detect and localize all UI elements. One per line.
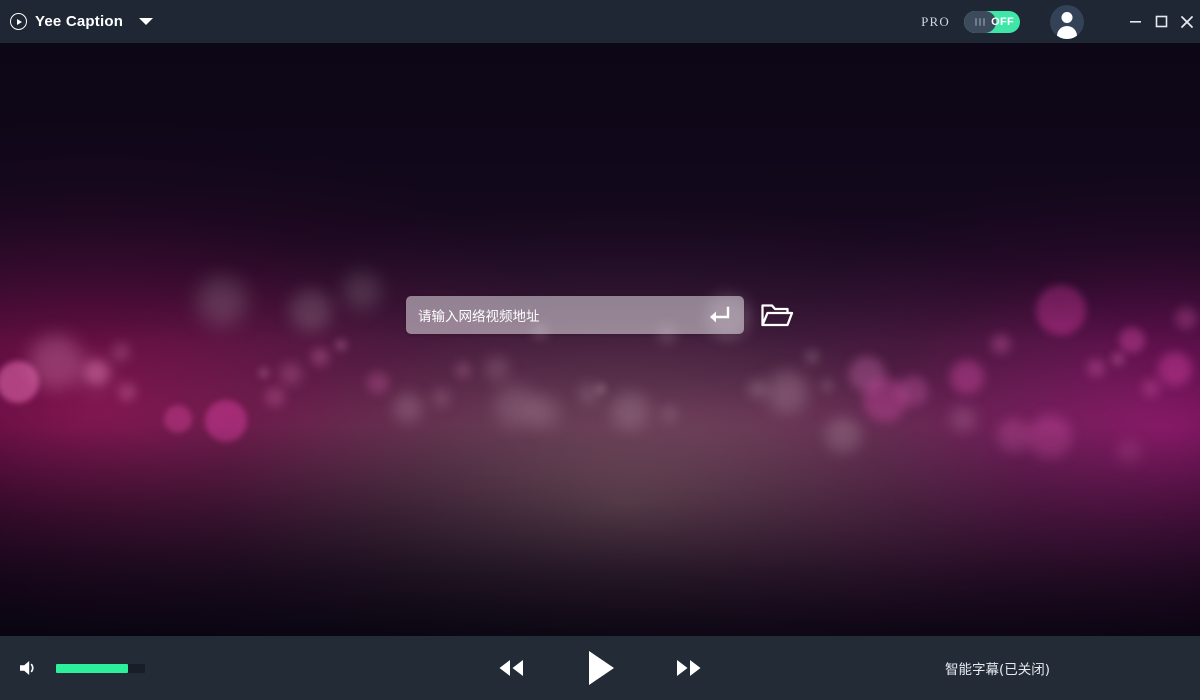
bokeh-circle: [113, 344, 129, 360]
maximize-icon[interactable]: [1148, 0, 1174, 43]
window-controls: [1122, 0, 1200, 43]
play-circle-icon: [10, 13, 27, 30]
bokeh-circle: [29, 335, 83, 389]
bokeh-circle: [898, 376, 928, 406]
bokeh-circle: [432, 389, 450, 407]
volume-group: [18, 658, 318, 678]
app-title: Yee Caption: [35, 13, 123, 30]
bokeh-circle: [748, 380, 766, 398]
bokeh-circle: [280, 363, 302, 385]
toggle-state-label: OFF: [991, 11, 1014, 33]
bokeh-circle: [661, 406, 677, 422]
pro-toggle[interactable]: OFF: [964, 11, 1020, 33]
app-brand[interactable]: Yee Caption: [10, 13, 123, 30]
bokeh-circle: [821, 380, 833, 392]
vignette-bottom: [0, 426, 1200, 636]
minimize-icon[interactable]: [1122, 0, 1148, 43]
bokeh-circle: [118, 383, 136, 401]
bokeh-circle: [367, 372, 389, 394]
bokeh-circle: [526, 395, 560, 429]
close-icon[interactable]: [1174, 0, 1200, 43]
volume-slider[interactable]: [56, 664, 145, 673]
bottom-right-group: 智能字幕(已关闭): [945, 658, 1182, 678]
bokeh-circle: [455, 362, 471, 378]
bokeh-circle: [259, 368, 269, 378]
app-window: Yee Caption PRO OFF: [0, 0, 1200, 700]
pro-label: PRO: [921, 14, 950, 30]
url-input-placeholder: 请输入网络视频地址: [418, 305, 704, 325]
rewind-button[interactable]: [494, 657, 528, 679]
volume-slider-fill: [56, 664, 128, 673]
title-bar: Yee Caption PRO OFF: [0, 0, 1200, 43]
playback-bar: 智能字幕(已关闭): [0, 636, 1200, 700]
bokeh-circle: [1087, 359, 1105, 377]
url-input[interactable]: 请输入网络视频地址: [406, 296, 744, 334]
bokeh-circle: [1142, 379, 1160, 397]
play-button[interactable]: [583, 648, 617, 688]
bokeh-circle: [1111, 352, 1125, 366]
chevron-down-icon[interactable]: [139, 18, 153, 25]
smart-subtitles-status[interactable]: 智能字幕(已关闭): [945, 658, 1050, 678]
bokeh-circle: [766, 371, 808, 413]
bokeh-circle: [485, 357, 509, 381]
bokeh-circle: [79, 358, 111, 390]
video-stage[interactable]: 请输入网络视频地址: [0, 43, 1200, 636]
bokeh-circle: [265, 387, 285, 407]
open-media-row: 请输入网络视频地址: [0, 296, 1200, 334]
enter-return-icon[interactable]: [704, 305, 730, 325]
bokeh-circle: [805, 350, 819, 364]
bokeh-circle: [393, 393, 423, 423]
bokeh-circle: [950, 360, 984, 394]
bokeh-circle: [311, 348, 329, 366]
user-avatar-icon[interactable]: [1050, 5, 1084, 39]
fast-forward-button[interactable]: [672, 657, 706, 679]
bokeh-circle: [611, 392, 649, 430]
folder-open-icon[interactable]: [760, 300, 794, 330]
speaker-volume-icon[interactable]: [18, 658, 40, 678]
bokeh-circle: [596, 384, 606, 394]
bokeh-circle: [1158, 352, 1192, 386]
